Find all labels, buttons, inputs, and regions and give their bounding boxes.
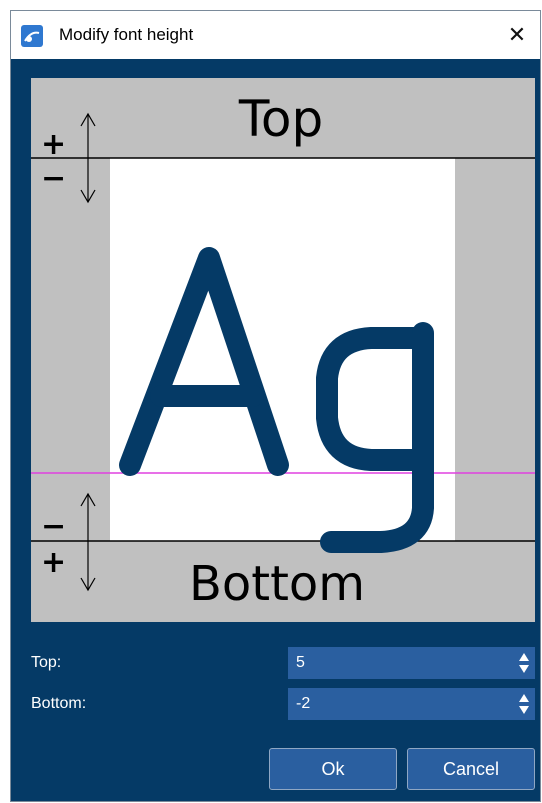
bottom-plus-sign[interactable]: + [41,545,66,580]
glyph-area [110,158,455,541]
bottom-label: Bottom [189,556,365,612]
window-title: Modify font height [59,25,194,44]
spin-arrows-icon[interactable] [519,692,529,716]
font-height-preview: Top Bottom + − − + [31,78,535,622]
bottom-field-label: Bottom: [31,695,87,712]
spin-arrows-icon[interactable] [519,651,529,675]
top-plus-sign[interactable]: + [41,127,66,162]
top-minus-sign[interactable]: − [41,161,66,196]
bottom-minus-sign[interactable]: − [41,509,66,544]
top-spinbox-value: 5 [296,654,305,671]
app-icon [21,25,43,47]
cancel-button[interactable]: Cancel [407,748,535,790]
top-label: Top [238,90,323,148]
top-field-label: Top: [31,654,62,671]
title-bar: Modify font height ✕ [11,11,540,59]
bottom-spinbox[interactable]: -2 [288,688,535,720]
close-icon: ✕ [507,22,527,47]
close-button[interactable]: ✕ [494,11,540,59]
bottom-spinbox-value: -2 [296,695,311,712]
ok-button[interactable]: Ok [269,748,397,790]
modify-font-height-dialog: Modify font height ✕ Top Bottom + − − + [10,10,541,802]
top-spinbox[interactable]: 5 [288,647,535,679]
